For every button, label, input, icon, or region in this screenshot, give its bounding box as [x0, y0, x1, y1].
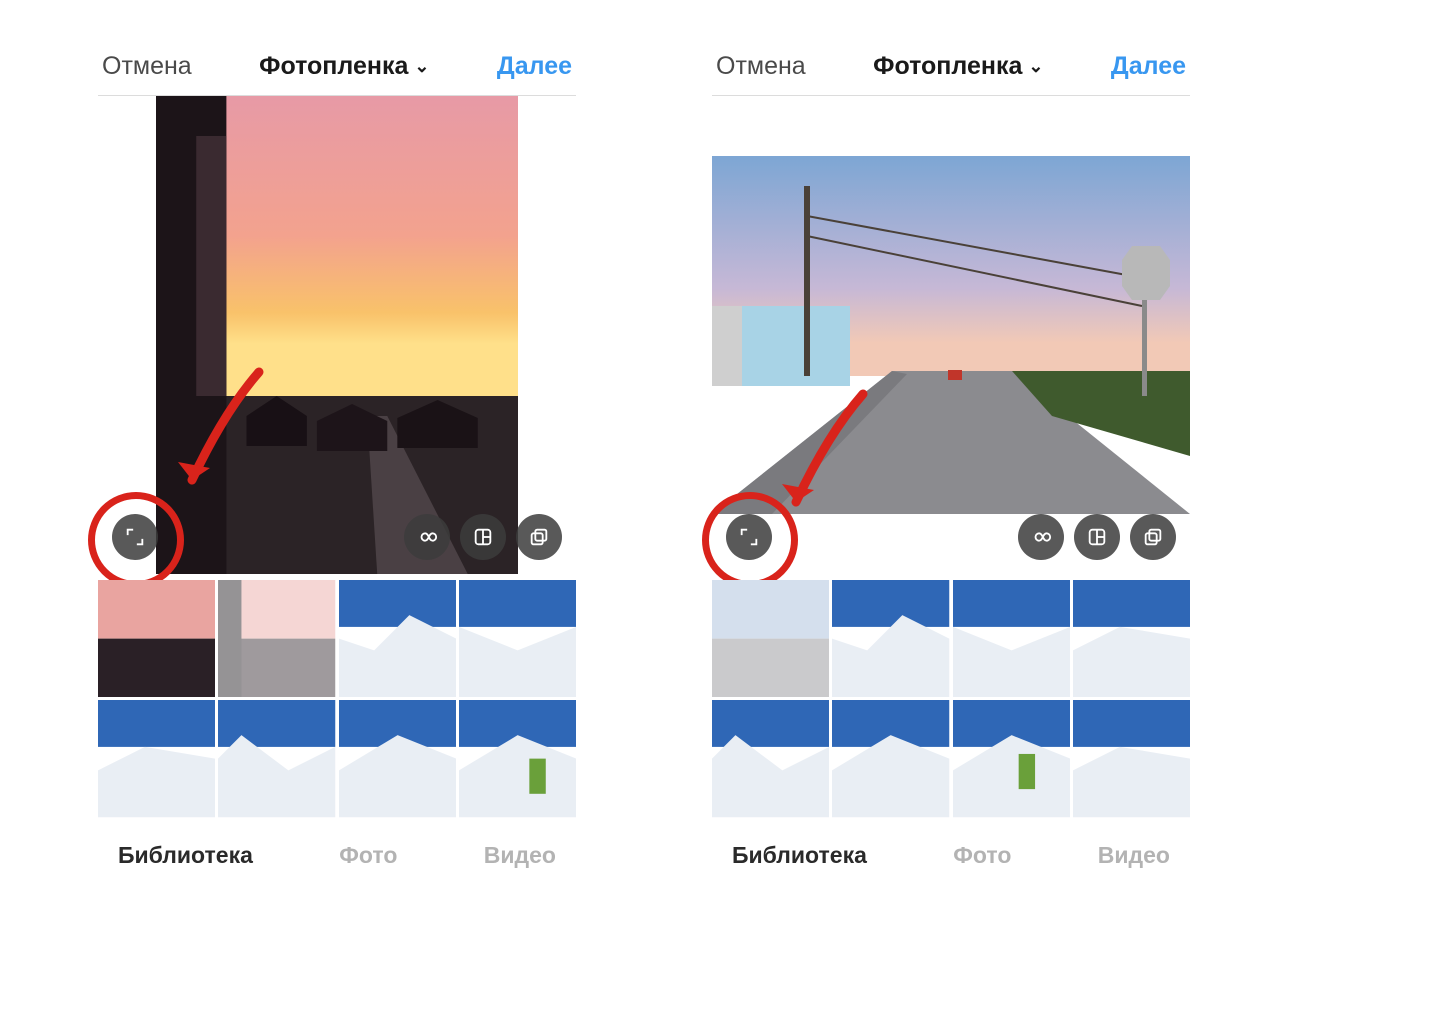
- thumbnail[interactable]: [459, 700, 576, 817]
- boomerang-button[interactable]: [1018, 514, 1064, 560]
- layout-button[interactable]: [1074, 514, 1120, 560]
- thumbnail[interactable]: [98, 580, 215, 697]
- thumbnail[interactable]: [339, 580, 456, 697]
- thumbnail[interactable]: [218, 700, 335, 817]
- tab-photo[interactable]: Фото: [339, 842, 397, 869]
- thumbnail[interactable]: [1073, 700, 1190, 817]
- header-bar: Отмена Фотопленка ⌄ Далее: [712, 44, 1190, 96]
- expand-icon: [124, 526, 146, 548]
- album-title: Фотопленка: [873, 52, 1022, 81]
- multi-select-icon: [1142, 526, 1164, 548]
- album-title: Фотопленка: [259, 52, 408, 81]
- thumbnail[interactable]: [953, 700, 1070, 817]
- album-picker[interactable]: Фотопленка ⌄: [873, 52, 1043, 81]
- thumbnail[interactable]: [712, 580, 829, 697]
- layout-button[interactable]: [460, 514, 506, 560]
- multi-select-icon: [528, 526, 550, 548]
- thumbnail[interactable]: [832, 700, 949, 817]
- layout-icon: [472, 526, 494, 548]
- preview-image: [712, 156, 1190, 514]
- boomerang-button[interactable]: [404, 514, 450, 560]
- photo-preview[interactable]: [98, 96, 576, 574]
- thumbnail[interactable]: [832, 580, 949, 697]
- tab-video[interactable]: Видео: [1098, 842, 1170, 869]
- preview-image: [156, 96, 518, 574]
- album-picker[interactable]: Фотопленка ⌄: [259, 52, 429, 81]
- multi-select-button[interactable]: [1130, 514, 1176, 560]
- thumbnail[interactable]: [218, 580, 335, 697]
- tab-photo[interactable]: Фото: [953, 842, 1011, 869]
- expand-crop-button[interactable]: [726, 514, 772, 560]
- infinity-icon: [1030, 526, 1052, 548]
- thumbnail[interactable]: [712, 700, 829, 817]
- screenshot-left: Отмена Фотопленка ⌄ Далее: [98, 44, 576, 879]
- thumbnail-grid: [98, 580, 576, 818]
- chevron-down-icon: ⌄: [414, 56, 429, 77]
- screenshot-right: Отмена Фотопленка ⌄ Далее: [712, 44, 1190, 879]
- thumbnail[interactable]: [339, 700, 456, 817]
- header-bar: Отмена Фотопленка ⌄ Далее: [98, 44, 576, 96]
- infinity-icon: [416, 526, 438, 548]
- cancel-button[interactable]: Отмена: [716, 52, 806, 81]
- next-button[interactable]: Далее: [1111, 52, 1186, 81]
- thumbnail[interactable]: [98, 700, 215, 817]
- thumbnail-grid: [712, 580, 1190, 818]
- cancel-button[interactable]: Отмена: [102, 52, 192, 81]
- photo-preview[interactable]: [712, 96, 1190, 574]
- chevron-down-icon: ⌄: [1028, 56, 1043, 77]
- bottom-tabs: Библиотека Фото Видео: [712, 818, 1190, 879]
- expand-crop-button[interactable]: [112, 514, 158, 560]
- tab-video[interactable]: Видео: [484, 842, 556, 869]
- thumbnail[interactable]: [1073, 580, 1190, 697]
- tab-library[interactable]: Библиотека: [732, 842, 867, 869]
- next-button[interactable]: Далее: [497, 52, 572, 81]
- bottom-tabs: Библиотека Фото Видео: [98, 818, 576, 879]
- tab-library[interactable]: Библиотека: [118, 842, 253, 869]
- thumbnail[interactable]: [953, 580, 1070, 697]
- layout-icon: [1086, 526, 1108, 548]
- multi-select-button[interactable]: [516, 514, 562, 560]
- expand-icon: [738, 526, 760, 548]
- thumbnail[interactable]: [459, 580, 576, 697]
